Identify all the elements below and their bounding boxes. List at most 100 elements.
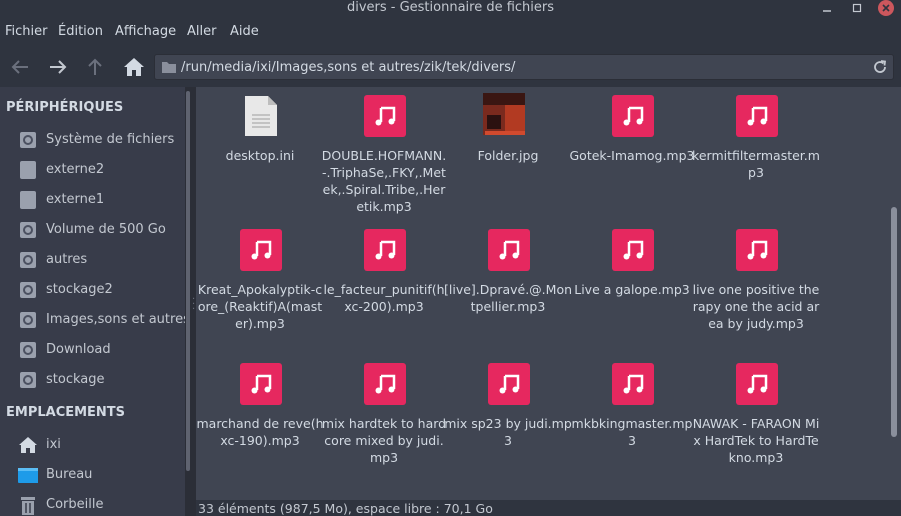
home-icon bbox=[124, 58, 144, 76]
sidebar-item-volume-500[interactable]: Volume de 500 Go bbox=[0, 215, 185, 245]
audio-file-icon bbox=[364, 363, 406, 405]
audio-file-icon bbox=[612, 229, 654, 271]
desktop-folder-icon bbox=[18, 468, 38, 483]
arrow-right-icon bbox=[50, 60, 67, 74]
disk-icon bbox=[20, 222, 36, 238]
audio-file-icon bbox=[612, 95, 654, 137]
sidebar-item-label: stockage2 bbox=[46, 282, 113, 297]
sidebar-item-externe2[interactable]: externe2 bbox=[0, 155, 185, 185]
disk-icon bbox=[20, 372, 36, 388]
sidebar-item-images-sons[interactable]: Images,sons et autres bbox=[0, 305, 185, 335]
file-view-scrollbar-thumb[interactable] bbox=[891, 207, 897, 437]
up-button[interactable] bbox=[83, 55, 107, 79]
music-note-icon bbox=[623, 240, 644, 260]
sidebar-item-stockage2[interactable]: stockage2 bbox=[0, 275, 185, 305]
music-note-icon bbox=[623, 374, 644, 394]
sidebar-item-label: externe1 bbox=[46, 192, 105, 207]
file-name: mix sp23 by judi.mp3 bbox=[444, 416, 572, 448]
sidebar-item-systeme-de-fichiers[interactable]: Système de fichiers bbox=[0, 125, 185, 155]
location-bar[interactable]: /run/media/ixi/Images,sons et autres/zik… bbox=[154, 54, 894, 80]
file-name: live one positive therapy one the acid a… bbox=[692, 282, 820, 331]
file-name: desktop.ini bbox=[225, 148, 295, 163]
music-note-icon bbox=[499, 240, 520, 260]
menu-edition[interactable]: Édition bbox=[58, 24, 103, 39]
devices-header: PÉRIPHÉRIQUES bbox=[6, 100, 124, 115]
music-note-icon bbox=[375, 240, 396, 260]
file-name: Kreat_Apokalyptik-core_(Reaktif)A(master… bbox=[197, 282, 323, 331]
disk-icon bbox=[20, 342, 36, 358]
close-icon bbox=[882, 4, 890, 12]
disk-icon bbox=[20, 132, 36, 148]
back-button[interactable] bbox=[8, 55, 32, 79]
sidebar-item-label: ixi bbox=[46, 437, 61, 452]
audio-file-icon bbox=[364, 229, 406, 271]
sidebar-item-download[interactable]: Download bbox=[0, 335, 185, 365]
audio-file-icon bbox=[612, 363, 654, 405]
file-view-scrollbar[interactable] bbox=[888, 87, 901, 500]
menu-aller[interactable]: Aller bbox=[187, 24, 216, 39]
music-note-icon bbox=[747, 240, 768, 260]
reload-icon[interactable] bbox=[872, 59, 888, 75]
music-note-icon bbox=[251, 374, 272, 394]
audio-file-icon bbox=[488, 229, 530, 271]
status-bar: 33 éléments (987,5 Mo), espace libre : 7… bbox=[196, 500, 901, 516]
disk-icon bbox=[20, 252, 36, 268]
menu-aide[interactable]: Aide bbox=[230, 24, 259, 39]
file-name: DOUBLE.HOFMANN.-.TriphaSe,.FKY,.Metek,.S… bbox=[321, 148, 447, 214]
location-path[interactable]: /run/media/ixi/Images,sons et autres/zik… bbox=[181, 60, 515, 75]
sidebar-item-label: stockage bbox=[46, 372, 105, 387]
music-note-icon bbox=[499, 374, 520, 394]
file-name: marchand de reve(hxc-190).mp3 bbox=[196, 416, 324, 448]
audio-file-icon bbox=[736, 95, 778, 137]
file-name: le_facteur_punitif(hxc-200).mp3 bbox=[323, 282, 445, 314]
minimize-button[interactable] bbox=[820, 1, 834, 15]
file-name: kermitfiltermaster.mp3 bbox=[692, 148, 820, 180]
sidebar-item-label: Système de fichiers bbox=[46, 132, 175, 147]
drive-icon bbox=[20, 161, 36, 179]
sidebar: PÉRIPHÉRIQUES Système de fichiers extern… bbox=[0, 87, 185, 516]
sidebar-item-label: Images,sons et autres bbox=[46, 312, 185, 327]
title-bar: divers - Gestionnaire de fichiers bbox=[0, 0, 901, 17]
arrow-up-icon bbox=[88, 58, 102, 75]
menu-affichage[interactable]: Affichage bbox=[115, 24, 176, 39]
sidebar-item-corbeille[interactable]: Corbeille bbox=[0, 490, 185, 516]
audio-file-icon bbox=[736, 229, 778, 271]
audio-file-icon bbox=[736, 363, 778, 405]
status-text: 33 éléments (987,5 Mo), espace libre : 7… bbox=[198, 501, 493, 516]
file-name: [live].Dpravé.@.Montpellier.mp3 bbox=[444, 282, 573, 314]
sidebar-item-label: autres bbox=[46, 252, 88, 267]
menu-fichier[interactable]: Fichier bbox=[5, 24, 48, 39]
sidebar-item-label: Volume de 500 Go bbox=[46, 222, 166, 237]
sidebar-item-autres[interactable]: autres bbox=[0, 245, 185, 275]
text-file-icon bbox=[245, 96, 277, 136]
file-view[interactable]: desktop.ini DOUBLE.HOFMANN.-.TriphaSe,.F… bbox=[196, 87, 888, 500]
sidebar-item-ixi[interactable]: ixi bbox=[0, 430, 185, 460]
places-header: EMPLACEMENTS bbox=[6, 405, 126, 420]
audio-file-icon bbox=[240, 229, 282, 271]
home-button[interactable] bbox=[122, 55, 146, 79]
maximize-button[interactable] bbox=[850, 1, 864, 15]
sidebar-item-label: Corbeille bbox=[46, 497, 104, 512]
sidebar-item-stockage[interactable]: stockage bbox=[0, 365, 185, 395]
sidebar-scrollbar[interactable] bbox=[185, 87, 191, 516]
music-note-icon bbox=[251, 240, 272, 260]
music-note-icon bbox=[623, 106, 644, 126]
pane-resize-handle[interactable]: · · · bbox=[192, 295, 195, 315]
disk-icon bbox=[20, 312, 36, 328]
sidebar-item-label: Download bbox=[46, 342, 111, 357]
music-note-icon bbox=[375, 374, 396, 394]
disk-icon bbox=[20, 282, 36, 298]
drive-icon bbox=[20, 191, 36, 209]
arrow-left-icon bbox=[11, 60, 28, 74]
forward-button[interactable] bbox=[46, 55, 70, 79]
audio-file-icon bbox=[240, 363, 282, 405]
music-note-icon bbox=[747, 374, 768, 394]
sidebar-scrollbar-thumb[interactable] bbox=[186, 91, 190, 471]
close-button[interactable] bbox=[878, 0, 894, 16]
sidebar-item-bureau[interactable]: Bureau bbox=[0, 460, 185, 490]
audio-file-icon bbox=[364, 95, 406, 137]
music-note-icon bbox=[747, 106, 768, 126]
sidebar-item-externe1[interactable]: externe1 bbox=[0, 185, 185, 215]
window-title: divers - Gestionnaire de fichiers bbox=[346, 0, 555, 15]
sidebar-item-label: Bureau bbox=[46, 467, 93, 482]
